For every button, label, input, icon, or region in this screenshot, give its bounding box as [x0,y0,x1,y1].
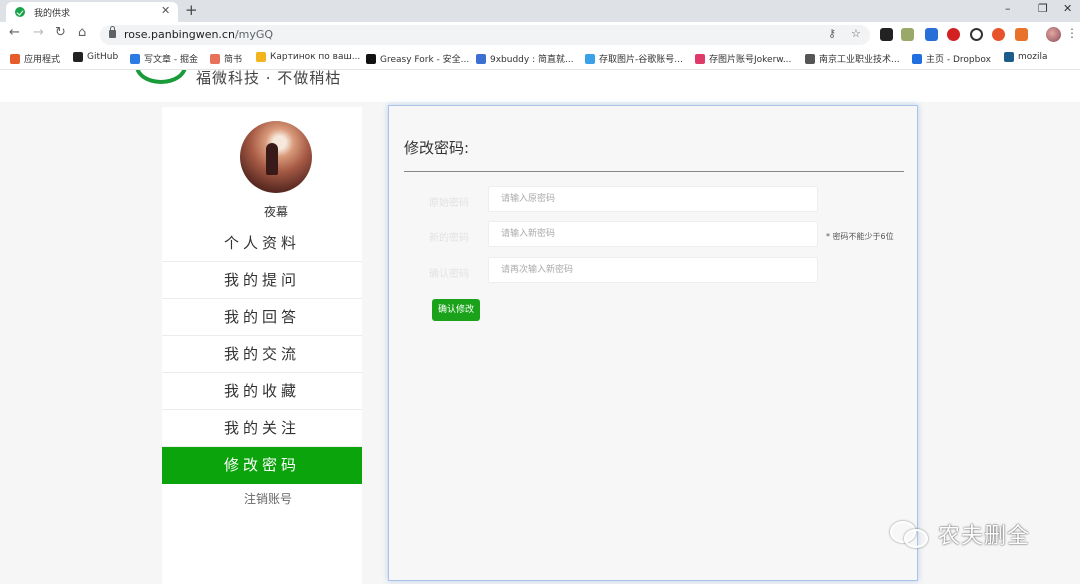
back-arrow-icon[interactable]: ← [9,25,20,40]
title-divider [404,171,904,172]
bookmark-favicon-icon [73,52,83,62]
password-hint: * 密码不能少于6位 [826,232,894,241]
bookmark-label: Greasy Fork - 安全... [380,55,470,65]
old-password-label: 原始密码 [429,198,469,209]
old-password-field[interactable]: 请输入原密码 [488,186,818,212]
home-icon[interactable]: ⌂ [78,25,86,40]
bookmark-label: 南京工业职业技术... [819,55,900,65]
bookmark-favicon-icon [130,53,140,64]
bookmark-item[interactable]: 存图片账号Jokerw... [695,52,791,65]
bookmark-favicon-icon [805,53,815,64]
bookmark-label: 写文章 - 掘金 [144,55,198,65]
confirm-password-field[interactable]: 请再次输入新密码 [488,257,818,283]
extension-icon[interactable] [992,28,1005,41]
close-icon[interactable]: ✕ [161,4,170,17]
site-logo-icon[interactable] [135,70,187,84]
adblock-icon[interactable] [947,28,960,41]
avatar[interactable] [240,121,312,193]
watermark-text: 农夫删全 [938,524,1031,549]
sidebar-item-following[interactable]: 我的关注 [162,410,362,447]
bookmark-favicon-icon [210,53,220,64]
tab-title: 我的供求 [34,9,71,19]
lock-icon [109,26,116,38]
bookmark-label: 存图片账号Jokerw... [709,55,792,65]
watermark: 农夫删全 [890,518,1030,550]
new-tab-plus-icon[interactable]: + [185,1,198,19]
browser-tab[interactable]: 我的供求 ✕ [6,2,178,22]
address-toolbar: ← → ↻ ⌂ rose.panbingwen.cn/myGQ ⚷ ☆ ⋮ [0,22,1080,48]
bookmark-label: GitHub [87,52,119,62]
sidebar-item-questions[interactable]: 我的提问 [162,262,362,299]
extension-icon[interactable] [901,28,914,41]
restore-window-icon[interactable]: ❐ [1038,2,1048,15]
bookmark-item[interactable]: 写文章 - 掘金 [130,52,198,65]
bookmark-label: 主页 - Dropbox [926,55,991,65]
bookmark-favicon-icon [476,53,486,64]
bookmark-favicon-icon [695,53,705,64]
bookmark-item[interactable]: 简书 [210,52,242,65]
site-logo-text: 福微科技 · 不做稍枯 [196,70,342,87]
bookmark-label: 简书 [224,55,243,65]
wechat-icon [890,519,930,549]
bookmark-label: 9xbuddy : 简直就... [490,55,574,65]
extension-icon[interactable] [880,28,893,41]
url-omnibox[interactable]: rose.panbingwen.cn/myGQ ⚷ ☆ [100,25,870,45]
confirm-password-label: 确认密码 [429,269,469,280]
bookmark-item[interactable]: mozila [1004,52,1048,62]
browser-tab-bar: 我的供求 ✕ + – ❐ ✕ [0,0,1080,22]
extension-icon[interactable] [925,28,938,41]
menu-dots-icon[interactable]: ⋮ [1066,26,1078,40]
bookmark-item[interactable]: 应用程式 [10,52,60,65]
bookmarks-bar: 应用程式 GitHub 写文章 - 掘金 简书 Картинок по ваш... Gr… [0,48,1080,70]
bookmark-favicon-icon [585,53,595,64]
bookmark-favicon-icon [912,53,922,64]
new-password-label: 新的密码 [429,233,469,244]
bookmark-item[interactable]: 存取图片-谷歌账号... [585,52,683,65]
bookmark-favicon-icon [1004,52,1014,62]
sidebar-menu: 个人资料 我的提问 我的回答 我的交流 我的收藏 我的关注 修改密码 [162,225,362,484]
username: 夜幕 [263,205,288,219]
url-text: rose.panbingwen.cn/myGQ [124,28,274,41]
bookmark-item[interactable]: GitHub [73,52,118,62]
star-icon[interactable]: ☆ [851,27,861,40]
deactivate-account-link[interactable]: 注销账号 [162,490,374,507]
bookmark-favicon-icon [256,52,266,62]
reload-icon[interactable]: ↻ [55,25,66,40]
site-favicon-icon [15,7,25,17]
bookmark-item[interactable]: 9xbuddy : 简直就... [476,52,574,65]
bookmark-favicon-icon [366,53,376,64]
sidebar-item-exchanges[interactable]: 我的交流 [162,336,362,373]
bookmark-label: 存取图片-谷歌账号... [599,55,683,65]
sidebar-item-change-password[interactable]: 修改密码 [162,447,362,484]
extension-icon[interactable] [1015,28,1028,41]
bookmark-item[interactable]: 主页 - Dropbox [912,52,991,65]
change-password-panel: 修改密码: 原始密码 请输入原密码 新的密码 请输入新密码 * 密码不能少于6位… [388,105,918,581]
page-title: 修改密码: [404,139,470,157]
bookmark-item[interactable]: 南京工业职业技术... [805,52,900,65]
forward-arrow-icon[interactable]: → [33,25,44,40]
sidebar-item-favorites[interactable]: 我的收藏 [162,373,362,410]
bookmark-label: Картинок по ваш... [270,52,361,62]
sidebar-item-profile[interactable]: 个人资料 [162,225,362,262]
profile-avatar[interactable] [1046,27,1061,42]
site-header: 福微科技 · 不做稍枯 [0,70,1080,102]
bookmark-label: mozila [1018,52,1048,62]
sidebar-item-answers[interactable]: 我的回答 [162,299,362,336]
confirm-change-button[interactable]: 确认修改 [432,299,480,321]
new-password-field[interactable]: 请输入新密码 [488,221,818,247]
bookmark-label: 应用程式 [24,55,61,65]
key-icon[interactable]: ⚷ [828,27,836,40]
close-window-icon[interactable]: ✕ [1063,2,1072,15]
bookmark-item[interactable]: Картинок по ваш... [256,52,360,62]
power-icon[interactable] [970,28,983,41]
bookmark-item[interactable]: Greasy Fork - 安全... [366,52,469,65]
minimize-icon[interactable]: – [1005,2,1011,15]
user-sidebar: 夜幕 个人资料 我的提问 我的回答 我的交流 我的收藏 我的关注 修改密码 注销… [162,107,362,584]
bookmark-favicon-icon [10,53,20,64]
